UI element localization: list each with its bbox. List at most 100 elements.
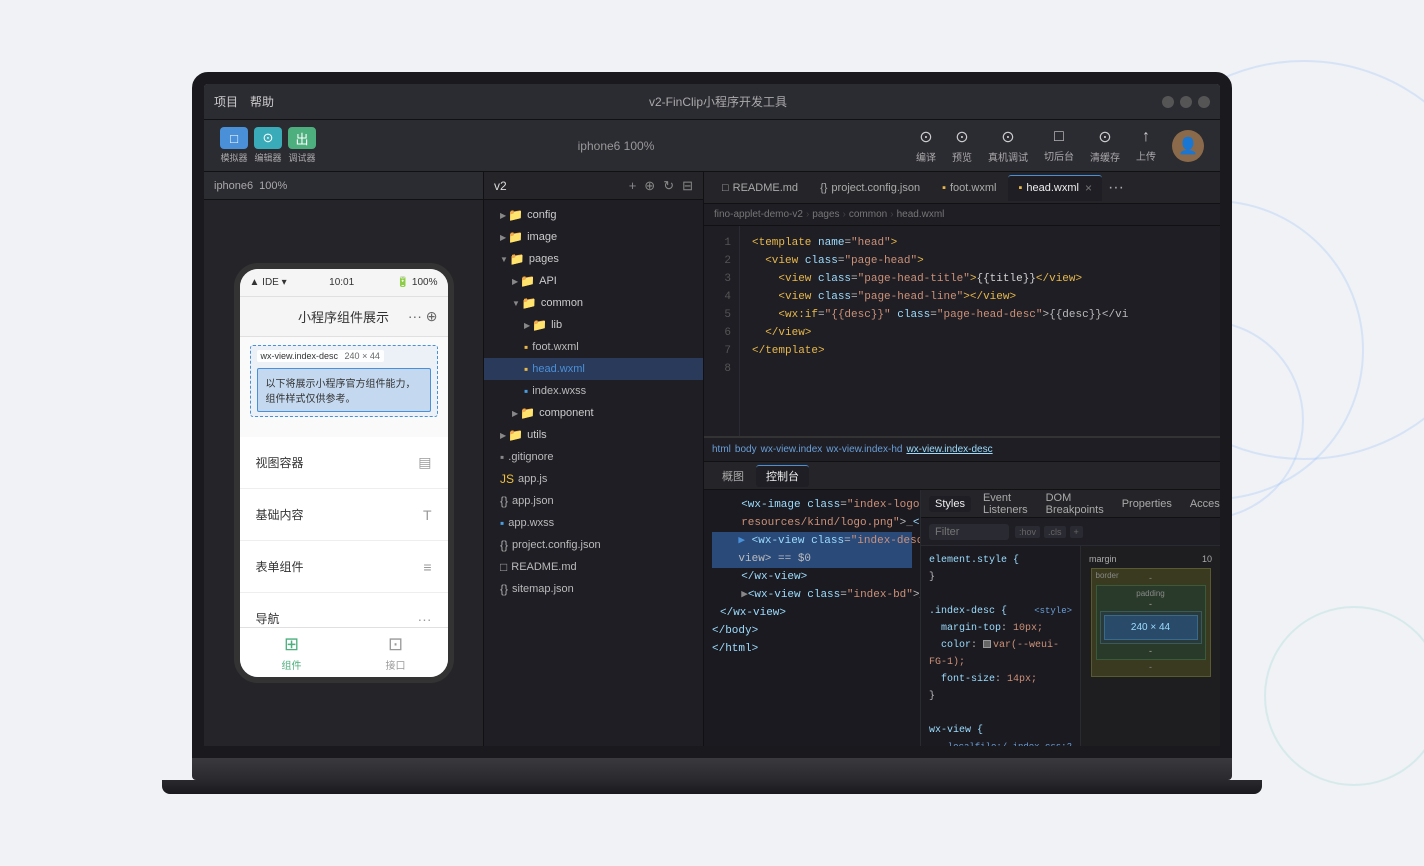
file-tree-action-refresh[interactable]: ↻ — [663, 178, 674, 194]
toolbar-left: □ 模拟器 ⊙ 编辑器 出 调试器 — [220, 127, 316, 164]
list-item[interactable]: 基础内容 T — [240, 489, 448, 541]
box-padding: 240 × 44 — [1100, 611, 1202, 644]
elem-tag-wx-view-index-desc[interactable]: wx-view.index-desc — [906, 444, 992, 455]
avatar[interactable]: 👤 — [1172, 130, 1204, 162]
elem-tag-body[interactable]: body — [735, 444, 757, 455]
tab-project-config[interactable]: {} project.config.json — [810, 175, 930, 201]
editor-tabs: □ README.md {} project.config.json ▪ foo… — [704, 172, 1220, 204]
tree-item-readme[interactable]: □ README.md — [484, 556, 703, 578]
styles-tab-events[interactable]: Event Listeners — [977, 490, 1034, 518]
code-line-6: </view> — [752, 324, 1208, 342]
list-item[interactable]: 表单组件 ≡ — [240, 541, 448, 593]
devtools-tab-diagram[interactable]: 概图 — [712, 465, 754, 487]
tree-item-app-json[interactable]: {} app.json — [484, 490, 703, 512]
api-icon: ⊡ — [388, 634, 403, 655]
tree-item-config[interactable]: ▶ 📁 config — [484, 204, 703, 226]
box-margin-label: margin — [1089, 554, 1117, 564]
tree-item-gitignore[interactable]: ▪ .gitignore — [484, 446, 703, 468]
device-name: iphone6 — [214, 180, 253, 192]
laptop-base — [192, 758, 1232, 780]
chevron-icon: ▶ — [500, 211, 506, 220]
editor-area: □ README.md {} project.config.json ▪ foo… — [704, 172, 1220, 746]
tab-more-button[interactable]: ··· — [1108, 179, 1124, 197]
code-top: 1 2 3 4 5 6 7 8 <template name="head"> — [704, 226, 1220, 436]
tree-item-component[interactable]: ▶ 📁 component — [484, 402, 703, 424]
file-tree-action-new[interactable]: + — [629, 178, 637, 194]
app-title: 小程序组件展示 — [298, 307, 389, 326]
preview-button[interactable]: ⊙ 预览 — [952, 127, 972, 164]
tab-close-head[interactable]: × — [1085, 181, 1092, 195]
devtools-tab-html[interactable]: 控制台 — [756, 465, 809, 487]
minimize-button[interactable] — [1162, 96, 1174, 108]
border-bottom-val: - — [1096, 662, 1206, 672]
tree-item-index-wxss[interactable]: ▪ index.wxss — [484, 380, 703, 402]
phone-body: wx-view.index-desc 240 × 44 以下将展示小程序官方组件… — [240, 337, 448, 627]
elem-tag-wx-view-index-hd[interactable]: wx-view.index-hd — [826, 444, 902, 455]
tree-item-utils[interactable]: ▶ 📁 utils — [484, 424, 703, 446]
tree-item-common[interactable]: ▼ 📁 common — [484, 292, 703, 314]
file-name: index.wxss — [532, 385, 586, 397]
styles-tab-props[interactable]: Properties — [1116, 496, 1178, 512]
rule-source-2[interactable]: <style> — [1034, 603, 1072, 620]
file-tree-action-folder[interactable]: ⊕ — [644, 178, 655, 194]
code-content[interactable]: <template name="head"> <view class="page… — [740, 226, 1220, 436]
tab-head-wxml[interactable]: ▪ head.wxml × — [1008, 175, 1102, 201]
menu-item-project[interactable]: 项目 — [214, 93, 238, 110]
styles-tab-styles[interactable]: Styles — [929, 496, 971, 512]
menu-item-help[interactable]: 帮助 — [250, 93, 274, 110]
editor-button[interactable]: ⊙ 编辑器 — [254, 127, 282, 164]
clear-cache-button[interactable]: ⊙ 清缓存 — [1090, 127, 1120, 164]
tree-item-pages[interactable]: ▼ 📁 pages — [484, 248, 703, 270]
tab-label-readme: README.md — [733, 182, 798, 194]
filter-hov[interactable]: :hov — [1015, 526, 1040, 538]
tree-item-head-wxml[interactable]: ▪ head.wxml — [484, 358, 703, 380]
html-line-7: </wx-view> — [712, 604, 912, 622]
elem-tag-html[interactable]: html — [712, 444, 731, 455]
components-icon: ⊞ — [284, 634, 299, 655]
file-tree-action-collapse[interactable]: ⊟ — [682, 178, 693, 194]
tab-api[interactable]: ⊡ 接口 — [344, 628, 448, 677]
chevron-icon: ▶ — [500, 233, 506, 242]
nav-dots[interactable]: ··· ⊕ — [408, 308, 438, 325]
tree-item-image[interactable]: ▶ 📁 image — [484, 226, 703, 248]
tree-item-lib[interactable]: ▶ 📁 lib — [484, 314, 703, 336]
breadcrumb-part-1[interactable]: fino-applet-demo-v2 — [714, 209, 803, 220]
tab-foot-wxml[interactable]: ▪ foot.wxml — [932, 175, 1006, 201]
filter-cls[interactable]: .cls — [1044, 526, 1066, 538]
breadcrumb-part-4[interactable]: head.wxml — [897, 209, 945, 220]
background-icon: □ — [1054, 128, 1064, 146]
tree-item-app-js[interactable]: JS app.js — [484, 468, 703, 490]
close-button[interactable] — [1198, 96, 1210, 108]
list-item[interactable]: 视图容器 ▤ — [240, 437, 448, 489]
simulator-button[interactable]: □ 模拟器 — [220, 127, 248, 164]
phone-nav-bar: 小程序组件展示 ··· ⊕ — [240, 297, 448, 337]
breadcrumb-part-2[interactable]: pages — [812, 209, 839, 220]
tab-components[interactable]: ⊞ 组件 — [240, 628, 344, 677]
padding-bottom-val: - — [1100, 646, 1202, 656]
breadcrumb-part-3[interactable]: common — [849, 209, 887, 220]
tree-item-sitemap[interactable]: {} sitemap.json — [484, 578, 703, 600]
elem-tag-wx-view-index[interactable]: wx-view.index — [761, 444, 823, 455]
rule-source-3[interactable]: localfile:/_index.css:2 — [948, 739, 1072, 746]
real-debug-button[interactable]: ⊙ 真机调试 — [988, 127, 1028, 164]
tab-readme[interactable]: □ README.md — [712, 175, 808, 201]
list-item[interactable]: 导航 ··· — [240, 593, 448, 627]
filter-input[interactable] — [929, 524, 1009, 540]
compile-button[interactable]: ⊙ 编译 — [916, 127, 936, 164]
tree-item-foot-wxml[interactable]: ▪ foot.wxml — [484, 336, 703, 358]
tree-item-api[interactable]: ▶ 📁 API — [484, 270, 703, 292]
maximize-button[interactable] — [1180, 96, 1192, 108]
file-name: app.json — [512, 495, 554, 507]
html-view[interactable]: <wx-image class="index-logo" src="../res… — [704, 490, 920, 746]
upload-button[interactable]: ↑ 上传 — [1136, 128, 1156, 163]
line-num-8: 8 — [704, 360, 731, 378]
debugger-button[interactable]: 出 调试器 — [288, 127, 316, 164]
folder-name: common — [541, 297, 583, 309]
filter-add[interactable]: + — [1070, 526, 1083, 538]
tree-item-app-wxss[interactable]: ▪ app.wxss — [484, 512, 703, 534]
background-button[interactable]: □ 切后台 — [1044, 128, 1074, 163]
tree-item-project-config[interactable]: {} project.config.json — [484, 534, 703, 556]
title-bar: 项目 帮助 v2-FinClip小程序开发工具 — [204, 84, 1220, 120]
styles-tab-dom[interactable]: DOM Breakpoints — [1040, 490, 1110, 518]
styles-tab-access[interactable]: Accessibility — [1184, 496, 1220, 512]
